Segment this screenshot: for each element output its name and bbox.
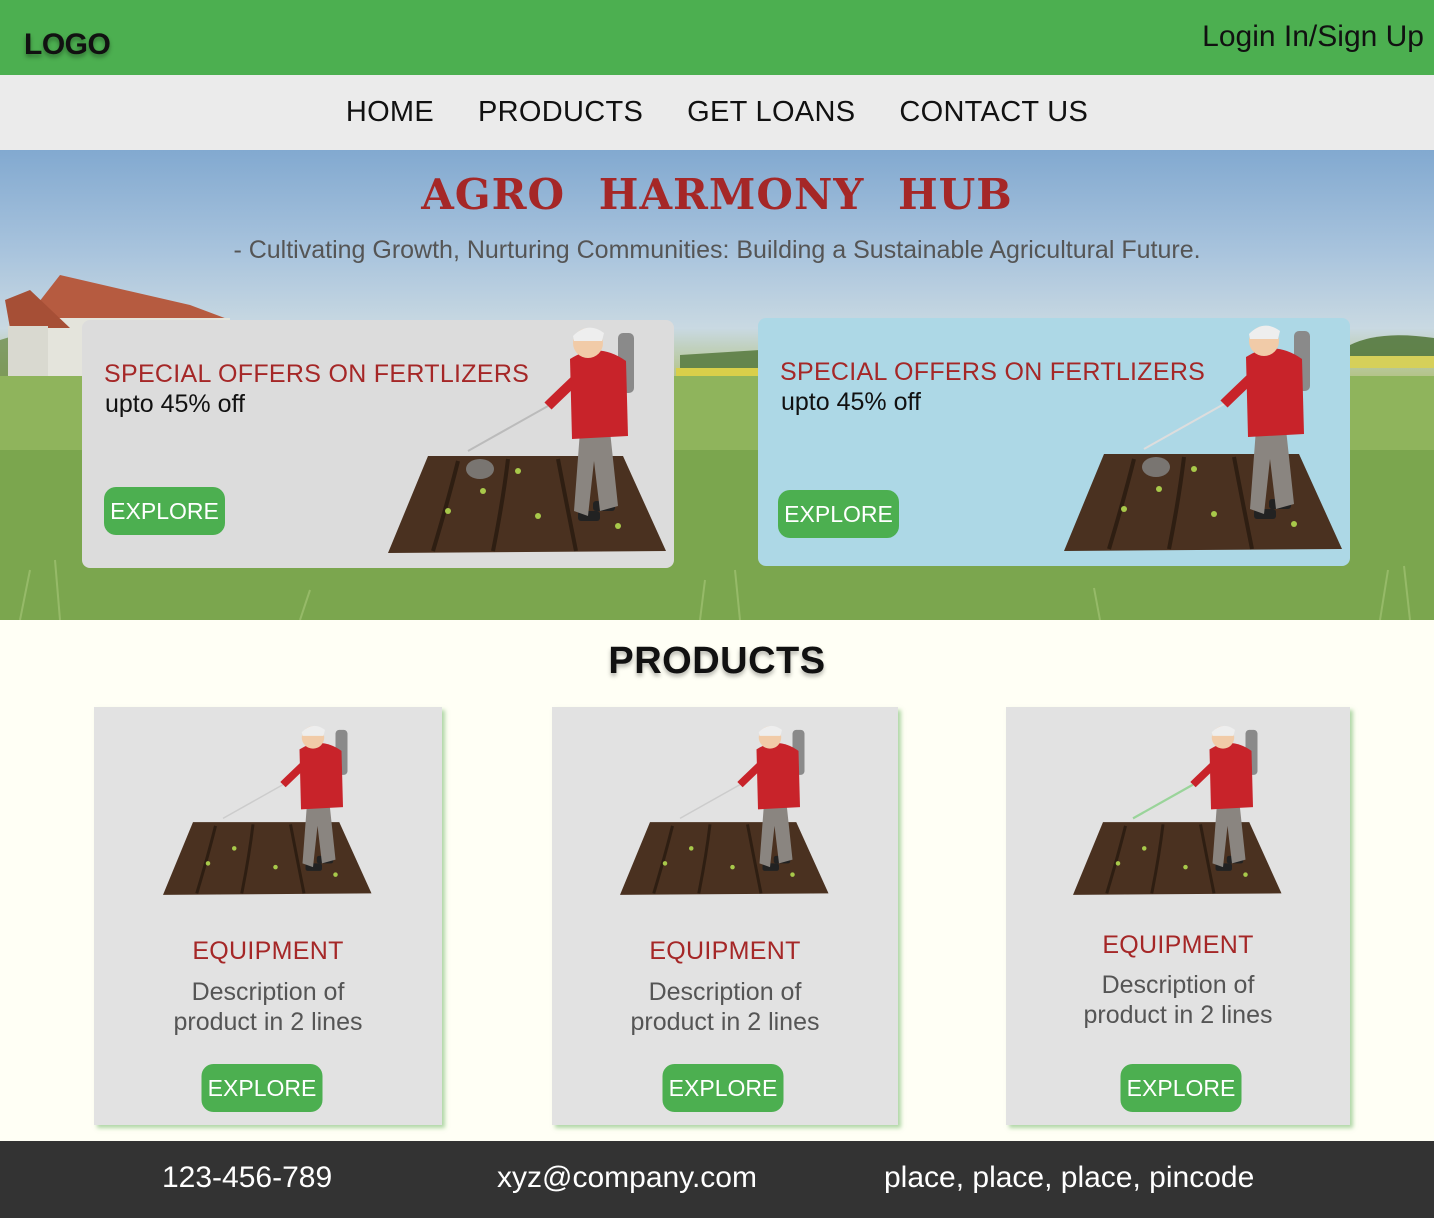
farmer-spraying-illustration [1064, 325, 1342, 551]
nav-item-home[interactable]: HOME [346, 96, 434, 129]
explore-button[interactable]: EXPLORE [104, 487, 225, 535]
nav-item-contact-us[interactable]: CONTACT US [899, 96, 1088, 129]
farmer-spraying-illustration [1073, 725, 1282, 895]
logo[interactable]: LOGO [24, 28, 111, 62]
offer-card-1: SPECIAL OFFERS ON FERTLIZERS upto 45% of… [82, 320, 674, 568]
product-description: Description of product in 2 lines [552, 977, 898, 1037]
explore-button[interactable]: EXPLORE [201, 1064, 323, 1112]
footer-email[interactable]: xyz@company.com [497, 1161, 757, 1195]
hero-title: AGRO HARMONY HUB [421, 170, 1013, 219]
footer-phone[interactable]: 123-456-789 [162, 1161, 332, 1195]
footer-address: place, place, place, pincode [884, 1161, 1255, 1194]
hero-subtitle: - Cultivating Growth, Nurturing Communit… [233, 236, 1201, 264]
product-card-2: EQUIPMENT Description of product in 2 li… [552, 707, 898, 1125]
product-card-3: EQUIPMENT Description of product in 2 li… [1006, 707, 1350, 1125]
product-description: Description of product in 2 lines [94, 977, 442, 1037]
product-title: EQUIPMENT [649, 937, 801, 965]
product-title: EQUIPMENT [1102, 931, 1254, 959]
farmer-spraying-illustration [620, 725, 829, 895]
main-nav: HOME PRODUCTS GET LOANS CONTACT US [0, 75, 1434, 150]
offer-subtitle: upto 45% off [781, 388, 921, 416]
description-line-1: Description of [1101, 971, 1255, 999]
farmer-spraying-illustration [163, 725, 372, 895]
product-description: Description of product in 2 lines [1006, 970, 1350, 1030]
offer-card-2: SPECIAL OFFERS ON FERTLIZERS upto 45% of… [758, 318, 1350, 566]
description-line-1: Description of [191, 978, 345, 1006]
explore-button[interactable]: EXPLORE [778, 490, 899, 538]
explore-button[interactable]: EXPLORE [662, 1064, 784, 1112]
offer-subtitle: upto 45% off [105, 390, 245, 418]
product-card-1: EQUIPMENT Description of product in 2 li… [94, 707, 442, 1125]
login-signup-link[interactable]: Login In/Sign Up [1202, 20, 1424, 54]
nav-item-get-loans[interactable]: GET LOANS [687, 96, 855, 129]
top-bar: LOGO Login In/Sign Up [0, 0, 1434, 75]
footer: 123-456-789 xyz@company.com place, place… [0, 1141, 1434, 1218]
farmer-spraying-illustration [388, 327, 666, 553]
description-line-2: product in 2 lines [1083, 1001, 1273, 1029]
explore-button[interactable]: EXPLORE [1120, 1064, 1242, 1112]
product-title: EQUIPMENT [192, 937, 344, 965]
hero-banner: AGRO HARMONY HUB - Cultivating Growth, N… [0, 150, 1434, 620]
products-heading: PRODUCTS [608, 640, 826, 682]
description-line-2: product in 2 lines [173, 1008, 363, 1036]
description-line-2: product in 2 lines [630, 1008, 820, 1036]
nav-item-products[interactable]: PRODUCTS [478, 96, 643, 129]
description-line-1: Description of [648, 978, 802, 1006]
